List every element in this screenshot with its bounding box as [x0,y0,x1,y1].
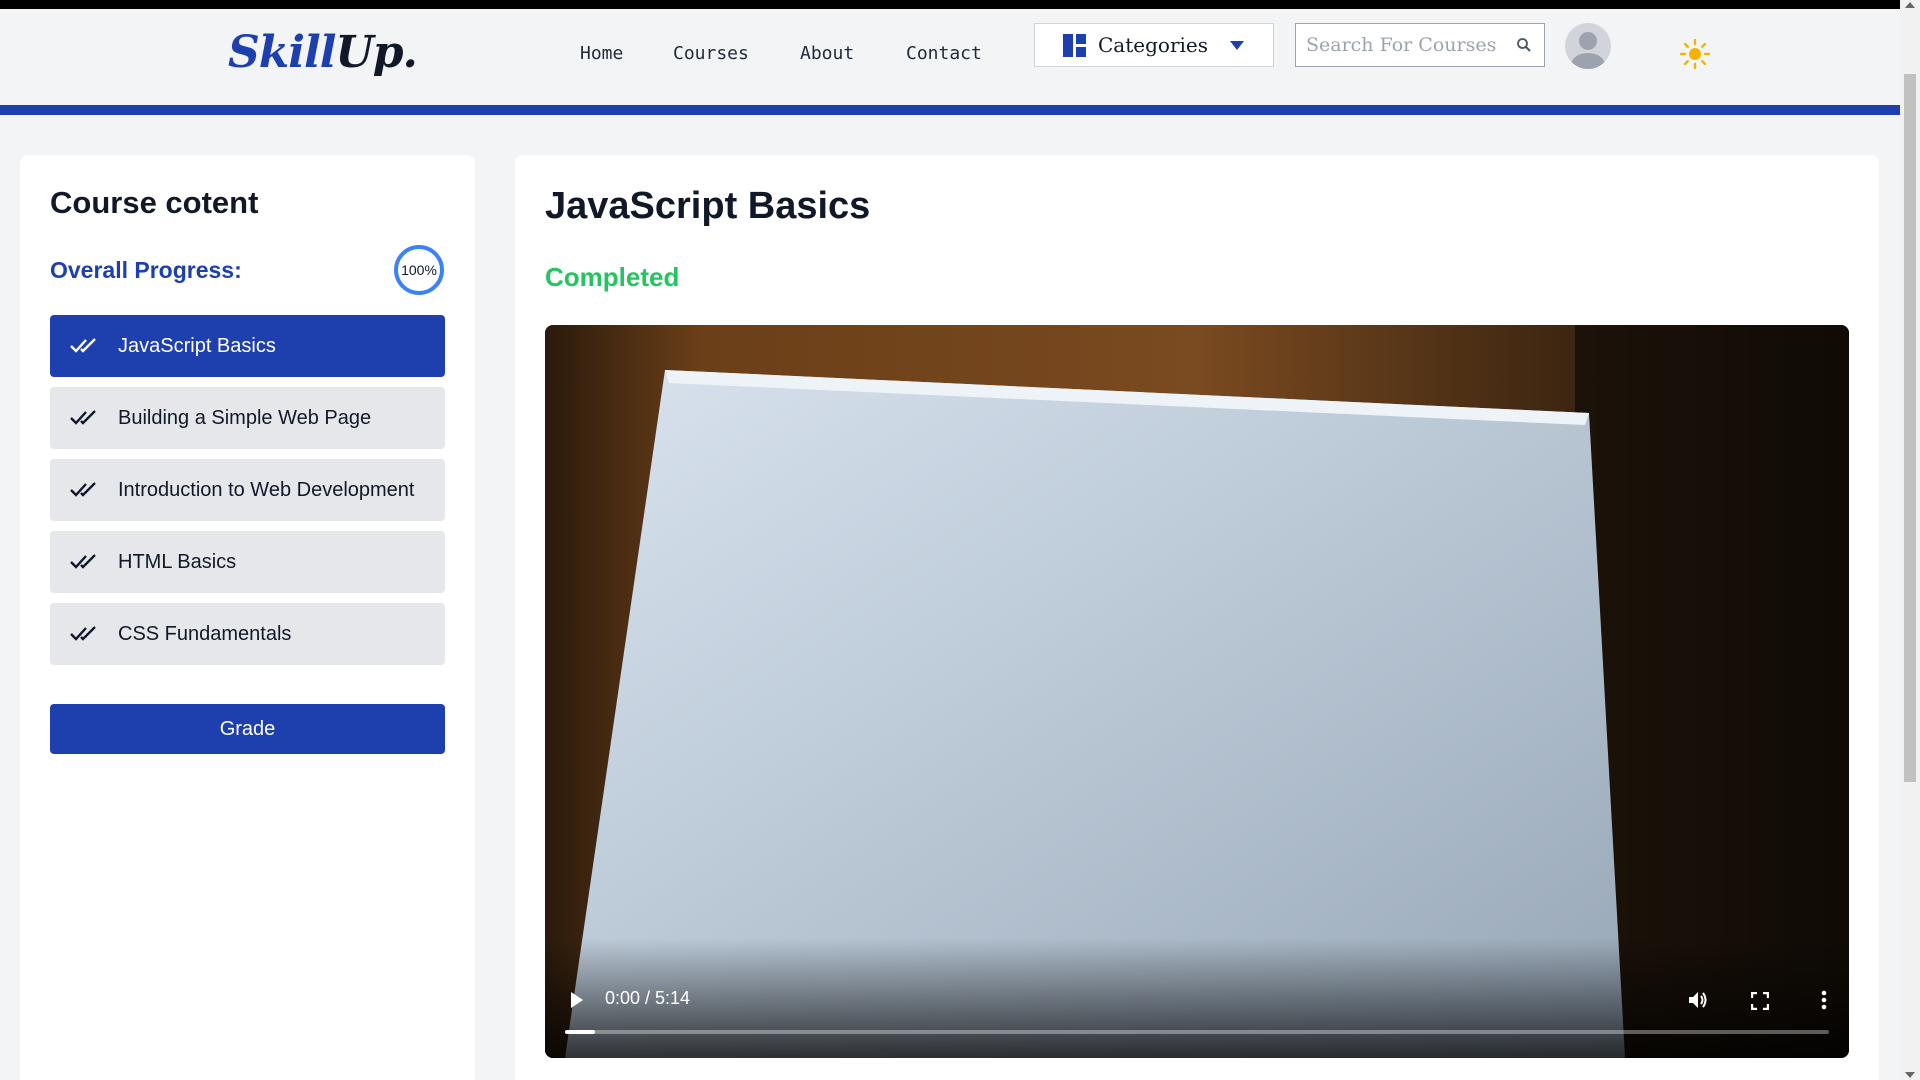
nav-courses[interactable]: Courses [673,43,749,64]
lesson-label: HTML Basics [118,550,237,573]
site-header: SkillUp. Home Courses About Contact Cate… [0,9,1900,105]
progress-ring: 100% [394,245,444,295]
more-options-icon[interactable] [1821,990,1827,1010]
logo-up: Up. [335,27,417,78]
nav-home[interactable]: Home [580,43,623,64]
double-check-icon [70,554,96,569]
lesson-item-html-basics[interactable]: HTML Basics [50,531,445,593]
top-black-bar [0,0,1920,9]
video-controls: 0:00 / 5:14 [545,938,1849,1058]
categories-dropdown[interactable]: Categories [1034,23,1274,67]
video-seek-bar[interactable] [565,1030,1829,1034]
lesson-label: CSS Fundamentals [118,622,292,645]
lesson-item-javascript-basics[interactable]: JavaScript Basics [50,315,445,377]
lesson-item-building-simple-web-page[interactable]: Building a Simple Web Page [50,387,445,449]
video-seek-progress [565,1030,595,1034]
search-box [1295,23,1545,67]
sidebar-title: Course cotent [50,185,259,220]
grade-button[interactable]: Grade [50,704,445,754]
scrollbar-thumb[interactable] [1904,74,1916,782]
lesson-title: JavaScript Basics [545,185,871,227]
user-icon [1571,32,1605,69]
video-time: 0:00 / 5:14 [605,988,691,1008]
logo-skill: Skill [228,27,336,78]
nav-about[interactable]: About [800,43,854,64]
user-avatar[interactable] [1565,23,1611,69]
sun-icon[interactable] [1680,39,1710,69]
lesson-main-panel: JavaScript Basics Completed 0:00 / 5:14 [515,155,1879,1080]
play-icon[interactable] [571,992,583,1008]
video-player[interactable]: 0:00 / 5:14 [545,325,1849,1058]
volume-icon[interactable] [1687,990,1709,1010]
double-check-icon [70,338,96,353]
scroll-up-arrow-icon[interactable] [1905,2,1915,8]
header-accent-line [0,105,1900,115]
grid-icon [1063,33,1086,57]
double-check-icon [70,410,96,425]
lesson-label: Introduction to Web Development [118,478,415,501]
progress-value: 100% [401,262,437,278]
lesson-item-intro-web-development[interactable]: Introduction to Web Development [50,459,445,521]
lesson-label: JavaScript Basics [118,334,276,357]
search-input[interactable] [1306,34,1506,56]
course-content-sidebar: Course cotent Overall Progress: 100% Jav… [20,155,475,1080]
lesson-status: Completed [545,262,680,292]
lesson-item-css-fundamentals[interactable]: CSS Fundamentals [50,603,445,665]
caret-down-icon [1230,40,1244,50]
scroll-down-arrow-icon[interactable] [1905,1072,1915,1078]
overall-progress-label: Overall Progress: [50,257,242,283]
nav-contact[interactable]: Contact [906,43,982,64]
double-check-icon [70,482,96,497]
categories-label: Categories [1098,33,1208,57]
search-icon[interactable] [1516,37,1532,53]
fullscreen-icon[interactable] [1751,992,1769,1010]
skillup-logo[interactable]: SkillUp. [228,27,418,78]
lesson-label: Building a Simple Web Page [118,406,372,429]
page-scrollbar[interactable] [1900,0,1920,1080]
double-check-icon [70,626,96,641]
